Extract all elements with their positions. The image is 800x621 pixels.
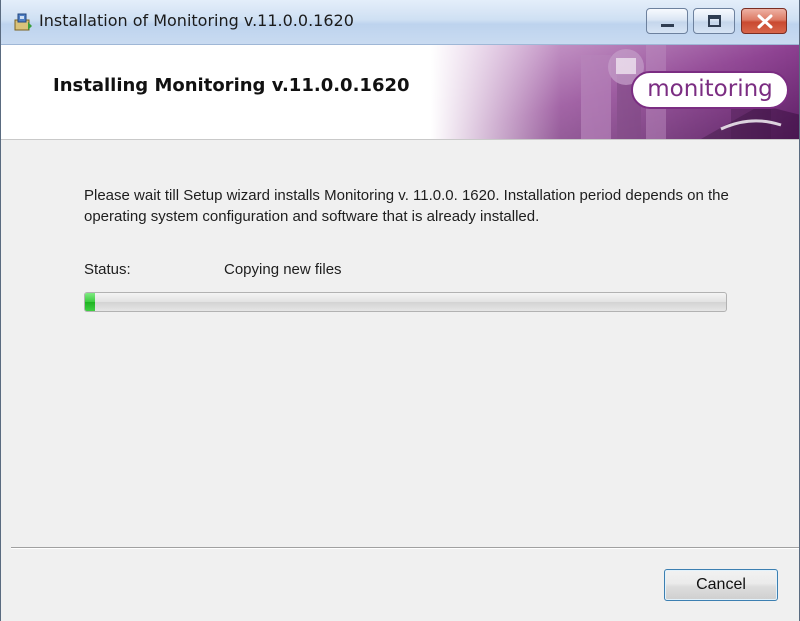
close-icon xyxy=(757,14,773,29)
content-area: Please wait till Setup wizard installs M… xyxy=(1,140,799,547)
status-value: Copying new files xyxy=(224,261,342,278)
close-button[interactable] xyxy=(741,8,787,34)
install-progress-bar xyxy=(84,292,727,312)
cancel-button[interactable]: Cancel xyxy=(664,569,778,601)
progress-fill xyxy=(85,293,95,311)
installer-window: Installation of Monitoring v.11.0.0.1620 xyxy=(0,0,800,621)
monitoring-logo: monitoring xyxy=(631,71,789,109)
header-banner: Installing Monitoring v.11.0.0.1620 moni… xyxy=(1,45,799,140)
installer-app-icon xyxy=(13,12,33,32)
footer: Cancel xyxy=(1,549,799,621)
minimize-button[interactable] xyxy=(646,8,688,34)
minimize-icon xyxy=(661,24,674,27)
maximize-button[interactable] xyxy=(693,8,735,34)
page-heading: Installing Monitoring v.11.0.0.1620 xyxy=(53,75,410,96)
title-bar[interactable]: Installation of Monitoring v.11.0.0.1620 xyxy=(1,0,799,45)
install-description: Please wait till Setup wizard installs M… xyxy=(84,187,729,225)
status-label: Status: xyxy=(84,261,131,278)
window-title: Installation of Monitoring v.11.0.0.1620 xyxy=(39,11,354,30)
maximize-icon xyxy=(708,15,721,27)
